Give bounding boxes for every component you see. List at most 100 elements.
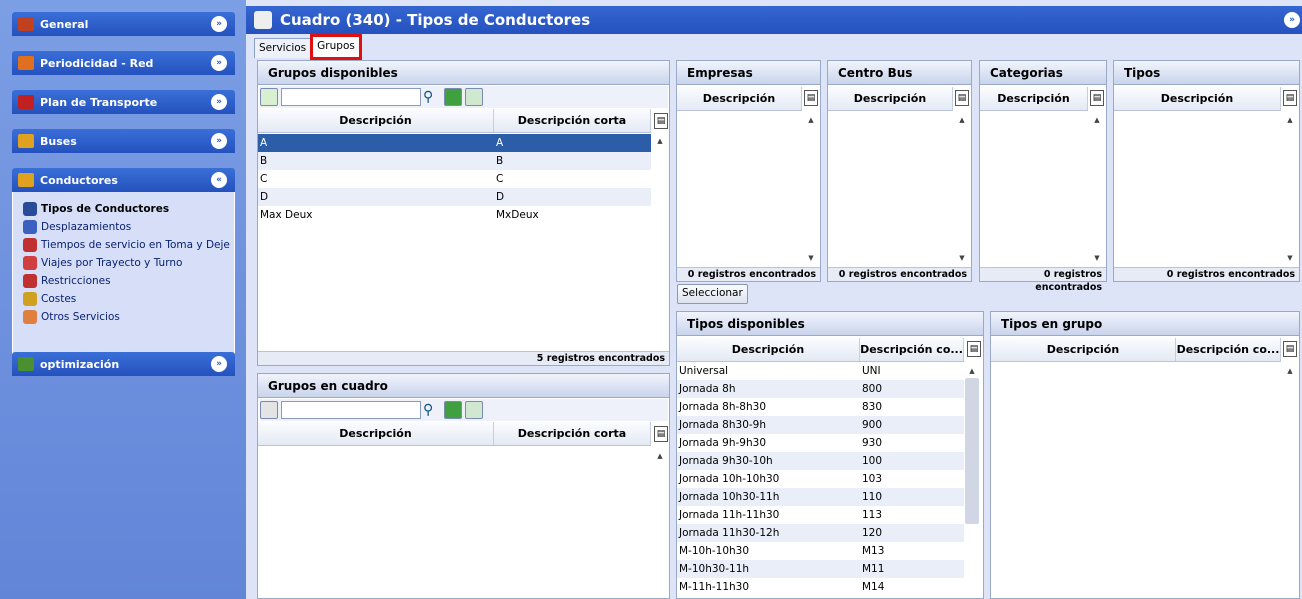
scroll-up-icon[interactable]: ▲: [1092, 115, 1102, 125]
table-row[interactable]: B B: [258, 152, 651, 170]
table-row[interactable]: Jornada 11h-11h30 113: [677, 506, 964, 524]
table-row[interactable]: A A: [258, 134, 651, 152]
plan-transporte-icon: [18, 95, 34, 109]
column-chooser-icon[interactable]: ▤: [804, 90, 818, 106]
tipos-panel: Tipos Descripción ▤ ▲ ▼ 0 registros enco…: [1113, 60, 1300, 282]
scroll-up-icon[interactable]: ▲: [957, 115, 967, 125]
column-descripcion[interactable]: Descripción: [991, 338, 1176, 361]
collapse-chevron-icon[interactable]: »: [1284, 12, 1300, 28]
column-descripcion[interactable]: Descripción: [258, 109, 494, 132]
column-descripcion[interactable]: Descripción: [258, 422, 494, 445]
column-descripcion-corta[interactable]: Descripción co...: [1176, 338, 1281, 361]
sidebar-item-viajes-trayecto[interactable]: Viajes por Trayecto y Turno: [23, 254, 234, 272]
column-descripcion[interactable]: Descripción: [677, 87, 802, 110]
scroll-down-icon[interactable]: ▼: [957, 253, 967, 263]
scroll-down-icon[interactable]: ▼: [1092, 253, 1102, 263]
search-input[interactable]: [281, 401, 421, 419]
scroll-up-icon[interactable]: ▲: [967, 366, 977, 376]
sidebar-header-conductores[interactable]: Conductores «: [12, 168, 235, 192]
expand-chevron-icon[interactable]: »: [211, 133, 227, 149]
table-row[interactable]: Jornada 8h 800: [677, 380, 964, 398]
sidebar-item-restricciones[interactable]: Restricciones: [23, 272, 234, 290]
move-up-icon[interactable]: [260, 401, 278, 419]
table-row[interactable]: Jornada 11h30-12h 120: [677, 524, 964, 542]
search-icon[interactable]: ⚲: [423, 401, 441, 419]
refresh-icon[interactable]: [444, 88, 462, 106]
column-chooser-icon[interactable]: ▤: [967, 341, 981, 357]
column-descripcion-corta[interactable]: Descripción co...: [860, 338, 964, 361]
main-content: Cuadro (340) - Tipos de Conductores » Se…: [246, 0, 1302, 599]
periodicidad-icon: [18, 56, 34, 70]
navigation-sidebar: General » Periodicidad - Red » Plan de T…: [0, 0, 246, 599]
column-descripcion[interactable]: Descripción: [1114, 87, 1281, 110]
sidebar-header-optimizacion[interactable]: optimización »: [12, 352, 235, 376]
cell-descripcion-corta: 103: [862, 473, 883, 485]
records-count: 0 registros encontrados: [1114, 267, 1299, 281]
export-excel-icon[interactable]: [465, 401, 483, 419]
scroll-up-icon[interactable]: ▲: [655, 136, 665, 146]
table-row[interactable]: D D: [258, 188, 651, 206]
refresh-icon[interactable]: [444, 401, 462, 419]
scroll-down-icon[interactable]: ▼: [1285, 253, 1295, 263]
sidebar-item-tiempos-servicio[interactable]: Tiempos de servicio en Toma y Deje: [23, 236, 234, 254]
tab-grupos[interactable]: Grupos: [310, 34, 362, 60]
sidebar-item-costes[interactable]: Costes: [23, 290, 234, 308]
column-descripcion[interactable]: Descripción: [980, 87, 1088, 110]
seleccionar-button[interactable]: Seleccionar: [677, 284, 748, 304]
export-excel-icon[interactable]: [465, 88, 483, 106]
column-descripcion-corta[interactable]: Descripción corta: [494, 422, 651, 445]
scroll-up-icon[interactable]: ▲: [1285, 115, 1295, 125]
tab-servicios[interactable]: Servicios: [254, 38, 312, 58]
sidebar-header-general[interactable]: General »: [12, 12, 235, 36]
sidebar-panel-plan-transporte[interactable]: Plan de Transporte »: [12, 90, 235, 114]
sidebar-item-desplazamientos[interactable]: Desplazamientos: [23, 218, 234, 236]
sidebar-header-buses[interactable]: Buses »: [12, 129, 235, 153]
sidebar-header-periodicidad[interactable]: Periodicidad - Red »: [12, 51, 235, 75]
column-chooser-icon[interactable]: ▤: [1283, 90, 1297, 106]
sidebar-panel-buses[interactable]: Buses »: [12, 129, 235, 153]
table-row[interactable]: M-10h30-11h M11: [677, 560, 964, 578]
table-row[interactable]: Jornada 9h30-10h 100: [677, 452, 964, 470]
table-row[interactable]: Universal UNI: [677, 362, 964, 380]
column-chooser-icon[interactable]: ▤: [654, 426, 668, 442]
scroll-up-icon[interactable]: ▲: [1285, 366, 1295, 376]
expand-chevron-icon[interactable]: »: [211, 55, 227, 71]
scrollbar-thumb[interactable]: [965, 378, 979, 524]
search-input[interactable]: [281, 88, 421, 106]
column-chooser-icon[interactable]: ▤: [955, 90, 969, 106]
scroll-up-icon[interactable]: ▲: [655, 451, 665, 461]
column-chooser-icon[interactable]: ▤: [1283, 341, 1297, 357]
column-chooser-icon[interactable]: ▤: [1090, 90, 1104, 106]
expand-chevron-icon[interactable]: »: [211, 94, 227, 110]
expand-chevron-icon[interactable]: »: [211, 16, 227, 32]
panel-title: Tipos en grupo: [991, 312, 1299, 336]
driver-icon: [254, 11, 272, 29]
column-chooser-icon[interactable]: ▤: [654, 113, 668, 129]
table-row[interactable]: Jornada 8h30-9h 900: [677, 416, 964, 434]
sidebar-panel-optimizacion[interactable]: optimización »: [12, 352, 235, 376]
scroll-down-icon[interactable]: ▼: [806, 253, 816, 263]
search-icon[interactable]: ⚲: [423, 88, 441, 106]
column-descripcion-corta[interactable]: Descripción corta: [494, 109, 651, 132]
column-descripcion[interactable]: Descripción: [828, 87, 953, 110]
scroll-up-icon[interactable]: ▲: [806, 115, 816, 125]
table-row[interactable]: Jornada 8h-8h30 830: [677, 398, 964, 416]
sidebar-panel-general[interactable]: General »: [12, 12, 235, 36]
sidebar-header-plan-transporte[interactable]: Plan de Transporte »: [12, 90, 235, 114]
sidebar-item-otros-servicios[interactable]: Otros Servicios: [23, 308, 234, 326]
table-row[interactable]: Jornada 10h30-11h 110: [677, 488, 964, 506]
table-row[interactable]: Max Deux MxDeux: [258, 206, 651, 224]
sidebar-panel-conductores[interactable]: Conductores « Tipos de Conductores Despl…: [12, 168, 235, 362]
table-row[interactable]: Jornada 9h-9h30 930: [677, 434, 964, 452]
sidebar-item-tipos-conductores[interactable]: Tipos de Conductores: [23, 200, 234, 218]
sidebar-panel-periodicidad[interactable]: Periodicidad - Red »: [12, 51, 235, 75]
table-row[interactable]: M-10h-10h30 M13: [677, 542, 964, 560]
expand-chevron-icon[interactable]: »: [211, 356, 227, 372]
column-descripcion[interactable]: Descripción: [677, 338, 860, 361]
add-icon[interactable]: [260, 88, 278, 106]
table-row[interactable]: C C: [258, 170, 651, 188]
collapse-chevron-icon[interactable]: «: [211, 172, 227, 188]
tipos-disponibles-panel: Tipos disponibles Descripción Descripció…: [676, 311, 984, 599]
table-row[interactable]: M-11h-11h30 M14: [677, 578, 964, 596]
table-row[interactable]: Jornada 10h-10h30 103: [677, 470, 964, 488]
